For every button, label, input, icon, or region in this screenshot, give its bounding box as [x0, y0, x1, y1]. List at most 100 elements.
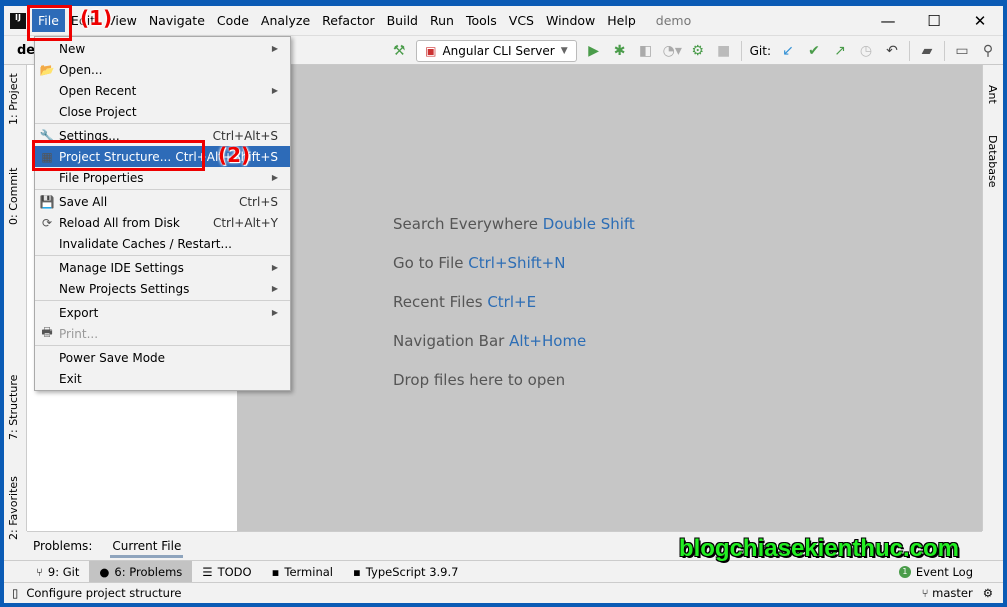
- run-anything-icon[interactable]: ▭: [953, 43, 971, 59]
- menu-item-label: Power Save Mode: [59, 350, 166, 365]
- hint-navigation-bar: Navigation Bar Alt+Home: [393, 332, 587, 350]
- status-text: Configure project structure: [26, 586, 182, 600]
- right-tool-strip: Ant Database: [982, 65, 1003, 531]
- menu-item-print: 🖶 Print...: [35, 323, 290, 344]
- tab-git[interactable]: ⑂ 9: Git: [26, 561, 89, 582]
- menu-item-save-all[interactable]: 💾 Save All Ctrl+S: [35, 191, 290, 212]
- menu-separator: [35, 255, 290, 256]
- menu-item-new[interactable]: New ▶: [35, 38, 290, 59]
- profile-icon[interactable]: ◔▾: [663, 43, 682, 59]
- menu-item-label: Open...: [59, 62, 103, 77]
- todo-icon: ☰: [202, 564, 213, 579]
- debug-icon[interactable]: ✱: [611, 43, 629, 59]
- hint-drop-files: Drop files here to open: [393, 371, 566, 389]
- menu-item-export[interactable]: Export ▶: [35, 302, 290, 323]
- attach-debugger-icon[interactable]: ⚙: [689, 43, 707, 59]
- submenu-arrow-icon: ▶: [271, 44, 278, 53]
- search-icon[interactable]: ⚲: [979, 43, 997, 59]
- submenu-arrow-icon: ▶: [271, 86, 278, 95]
- menu-refactor[interactable]: Refactor: [316, 9, 380, 32]
- editor-empty-area: Search Everywhere Double Shift Go to Fil…: [237, 65, 982, 531]
- menu-item-label: Open Recent: [59, 83, 137, 98]
- submenu-arrow-icon: ▶: [271, 308, 278, 317]
- menu-item-open-recent[interactable]: Open Recent ▶: [35, 80, 290, 101]
- git-icon: ⑂: [36, 564, 43, 579]
- coverage-icon[interactable]: ◧: [637, 43, 655, 59]
- tab-current-file[interactable]: Current File: [110, 535, 184, 558]
- project-structure-icon[interactable]: ▰: [918, 43, 936, 59]
- panel-toggle-icon[interactable]: ▯: [12, 586, 18, 600]
- problems-icon: ●: [99, 564, 110, 579]
- menu-item-reload-all-from-disk[interactable]: ⟳ Reload All from Disk Ctrl+Alt+Y: [35, 212, 290, 233]
- menu-separator: [35, 189, 290, 190]
- menu-item-label: Reload All from Disk: [59, 215, 180, 230]
- left-tool-strip: 1: Project 0: Commit 7: Structure 2: Fav…: [4, 65, 27, 540]
- hint-go-to-file: Go to File Ctrl+Shift+N: [393, 254, 566, 272]
- submenu-arrow-icon: ▶: [271, 284, 278, 293]
- close-icon[interactable]: ✕: [957, 6, 1003, 36]
- menu-run[interactable]: Run: [424, 9, 460, 32]
- tool-window-bar: ⑂ 9: Git ● 6: Problems ☰ TODO ▪ Terminal ▪ Ty…: [4, 560, 1003, 583]
- submenu-arrow-icon: ▶: [271, 263, 278, 272]
- menu-analyze[interactable]: Analyze: [255, 9, 316, 32]
- run-configuration-select[interactable]: ▣ Angular CLI Server ▼: [416, 39, 577, 62]
- menu-item-power-save-mode[interactable]: Power Save Mode: [35, 347, 290, 368]
- menu-item-label: Close Project: [59, 104, 137, 119]
- tool-database[interactable]: Database: [986, 135, 999, 188]
- callout-step-2: (2): [218, 143, 251, 167]
- rollback-icon[interactable]: ↶: [883, 43, 901, 59]
- git-push-icon[interactable]: ↗: [831, 43, 849, 59]
- menu-code[interactable]: Code: [211, 9, 255, 32]
- tool-ant[interactable]: Ant: [986, 85, 999, 104]
- menu-item-invalidate-caches-restart[interactable]: Invalidate Caches / Restart...: [35, 233, 290, 254]
- tab-problems[interactable]: ● 6: Problems: [89, 561, 193, 582]
- status-bar: ▯ Configure project structure ⑂ master ⚙: [4, 583, 1003, 603]
- menu-item-shortcut: Ctrl+Alt+S: [212, 128, 278, 143]
- menu-item-icon: 💾: [39, 194, 55, 209]
- tab-typescript[interactable]: ▪ TypeScript 3.9.7: [343, 561, 468, 582]
- file-menu-dropdown: New ▶ 📂 Open... Open Recent ▶ Close Project 🔧 Se…: [34, 36, 291, 391]
- menu-separator: [35, 123, 290, 124]
- run-config-label: Angular CLI Server: [442, 43, 555, 58]
- run-icon[interactable]: ▶: [585, 43, 603, 59]
- git-update-icon[interactable]: ↙: [779, 43, 797, 59]
- menu-bar: IJ File Edit View Navigate Code Analyze …: [4, 6, 1003, 36]
- highlight-box-project-structure: [32, 140, 205, 171]
- menu-item-exit[interactable]: Exit: [35, 368, 290, 389]
- menu-vcs[interactable]: VCS: [503, 9, 540, 32]
- menu-separator: [35, 300, 290, 301]
- git-commit-icon[interactable]: ✔: [805, 43, 823, 59]
- minimize-icon[interactable]: —: [865, 6, 911, 36]
- menu-item-close-project[interactable]: Close Project: [35, 101, 290, 122]
- menu-window[interactable]: Window: [540, 9, 601, 32]
- typescript-icon: ▪: [352, 564, 361, 579]
- menu-item-new-projects-settings[interactable]: New Projects Settings ▶: [35, 278, 290, 299]
- chevron-down-icon: ▼: [560, 45, 568, 56]
- menu-item-label: New: [59, 41, 86, 56]
- event-log-button[interactable]: 1 Event Log: [898, 561, 973, 582]
- tool-commit[interactable]: 0: Commit: [7, 168, 20, 225]
- git-label: Git:: [749, 43, 771, 58]
- tool-project[interactable]: 1: Project: [7, 73, 20, 125]
- history-icon[interactable]: ◷: [857, 43, 875, 59]
- menu-item-manage-ide-settings[interactable]: Manage IDE Settings ▶: [35, 257, 290, 278]
- build-hammer-icon[interactable]: ⚒: [390, 43, 408, 59]
- menu-tools[interactable]: Tools: [460, 9, 503, 32]
- git-branch-widget[interactable]: ⑂ master: [922, 586, 973, 600]
- tab-todo[interactable]: ☰ TODO: [192, 561, 261, 582]
- tab-terminal[interactable]: ▪ Terminal: [262, 561, 343, 582]
- menu-item-label: New Projects Settings: [59, 281, 190, 296]
- menu-item-label: Invalidate Caches / Restart...: [59, 236, 232, 251]
- menu-build[interactable]: Build: [381, 9, 424, 32]
- terminal-icon: ▪: [271, 564, 280, 579]
- inspector-icon[interactable]: ⚙: [983, 586, 993, 600]
- menu-help[interactable]: Help: [601, 9, 642, 32]
- tool-structure[interactable]: 7: Structure: [7, 375, 20, 440]
- menu-item-label: Save All: [59, 194, 108, 209]
- menu-item-open[interactable]: 📂 Open...: [35, 59, 290, 80]
- stop-icon[interactable]: ■: [715, 43, 733, 59]
- tool-favorites[interactable]: 2: Favorites: [7, 476, 20, 540]
- maximize-icon[interactable]: ☐: [911, 6, 957, 36]
- menu-navigate[interactable]: Navigate: [143, 9, 211, 32]
- window-title: demo: [655, 13, 692, 28]
